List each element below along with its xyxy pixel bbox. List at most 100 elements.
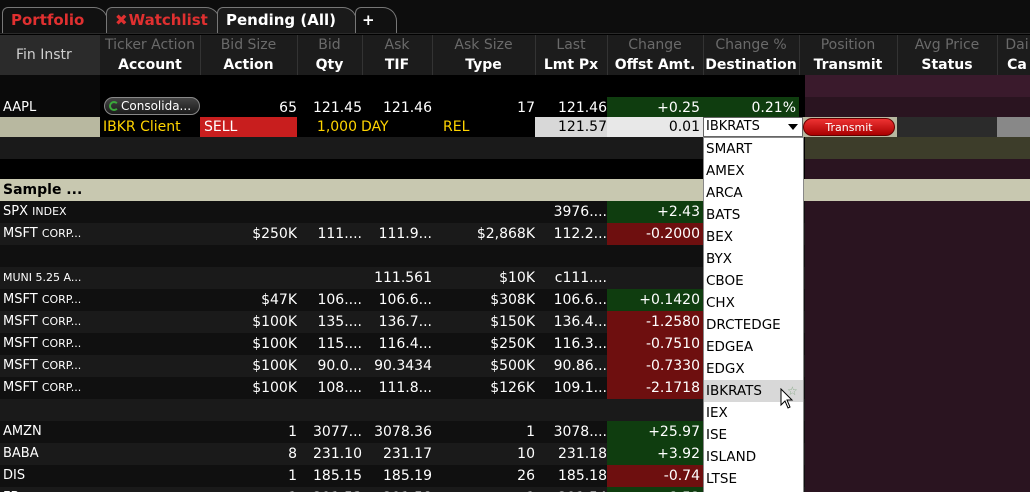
- bid-cell[interactable]: [297, 201, 362, 223]
- column-header-bottom[interactable]: Destination: [703, 55, 799, 75]
- dropdown-option[interactable]: BEX: [704, 226, 803, 248]
- lmt-px-cell[interactable]: 121.57: [535, 117, 607, 137]
- column-header-top[interactable]: Dai: [997, 35, 1030, 55]
- dropdown-option[interactable]: CHX: [704, 292, 803, 314]
- tab-watchlist[interactable]: ✖Watchlist: [106, 7, 220, 33]
- tab-portfolio[interactable]: Portfolio: [2, 7, 108, 33]
- column-header-bottom[interactable]: Ca: [997, 55, 1030, 75]
- dropdown-option[interactable]: CBOE: [704, 270, 803, 292]
- dropdown-option[interactable]: DRCTEDGE: [704, 314, 803, 336]
- ask-cell[interactable]: 185.19: [362, 465, 432, 487]
- bid-cell[interactable]: 185.15: [297, 465, 362, 487]
- ask-cell[interactable]: 90.3434: [362, 355, 432, 377]
- table-row[interactable]: MSFT CORP... $100K 135.... 136.7... $150K 136…: [0, 311, 805, 333]
- column-header-top[interactable]: Ask: [362, 35, 432, 55]
- table-row[interactable]: MSFT CORP... $100K 115.... 116.4... $250K 116…: [0, 333, 805, 355]
- column-header-top[interactable]: Change %: [703, 35, 799, 55]
- ask-cell[interactable]: 136.7...: [362, 311, 432, 333]
- tab-pending[interactable]: Pending (All): [217, 7, 357, 33]
- dropdown-option[interactable]: LTSE: [704, 468, 803, 490]
- column-header-top[interactable]: Position: [799, 35, 897, 55]
- ask-cell[interactable]: [362, 399, 432, 421]
- table-row[interactable]: DIS 1 185.15 185.19 26 185.18 -0.74: [0, 465, 805, 487]
- bid-cell[interactable]: 115....: [297, 333, 362, 355]
- symbol-cell[interactable]: [3, 399, 100, 421]
- table-row[interactable]: MSFT CORP... $100K 90.0... 90.3434 $500K 90.8…: [0, 355, 805, 377]
- consolidated-button[interactable]: Consolida...: [104, 97, 200, 115]
- close-icon[interactable]: ✖: [115, 11, 128, 29]
- bid-cell[interactable]: [297, 267, 362, 289]
- symbol-cell[interactable]: [3, 245, 100, 267]
- ask-cell[interactable]: 111.8...: [362, 377, 432, 399]
- ask-cell[interactable]: 121.46: [362, 97, 432, 119]
- ask-cell[interactable]: 116.4...: [362, 333, 432, 355]
- account-cell[interactable]: IBKR Client: [103, 117, 200, 137]
- column-header-bottom[interactable]: Type: [432, 55, 535, 75]
- table-row[interactable]: MSFT CORP... $100K 108.... 111.8... $126K 109…: [0, 377, 805, 399]
- dropdown-option[interactable]: ISLAND: [704, 446, 803, 468]
- column-header-top[interactable]: Last: [535, 35, 607, 55]
- bid-cell[interactable]: 291.53: [297, 487, 362, 492]
- ask-cell[interactable]: 3078.36: [362, 421, 432, 443]
- ask-cell[interactable]: [362, 201, 432, 223]
- column-header-top[interactable]: Bid Size: [200, 35, 297, 55]
- tif-cell[interactable]: DAY: [361, 117, 431, 137]
- table-row[interactable]: MSFT CORP... $47K 106.... 106.6... $308K 106.…: [0, 289, 805, 311]
- symbol-cell[interactable]: MSFT CORP...: [3, 223, 100, 245]
- column-header-top[interactable]: Avg Price: [897, 35, 997, 55]
- table-row[interactable]: FB1291.53291.581291.54+8.52: [0, 487, 805, 492]
- column-header-top[interactable]: Change: [607, 35, 703, 55]
- symbol-cell[interactable]: MSFT CORP...: [3, 377, 100, 399]
- dropdown-option[interactable]: SMART: [704, 138, 803, 160]
- ask-cell[interactable]: [362, 245, 432, 267]
- dropdown-option[interactable]: BATS: [704, 204, 803, 226]
- table-row[interactable]: MSFT CORP... $250K 111.... 111.9... $2,868K 1…: [0, 223, 805, 245]
- transmit-button[interactable]: Transmit: [803, 118, 895, 136]
- column-header-bottom[interactable]: Action: [200, 55, 297, 75]
- chevron-down-icon[interactable]: [788, 124, 798, 130]
- bid-cell[interactable]: 3077...: [297, 421, 362, 443]
- column-header-top[interactable]: Ticker Action: [100, 35, 200, 55]
- column-header-bottom[interactable]: Offst Amt.: [607, 55, 703, 75]
- column-header-bottom[interactable]: Account: [100, 55, 200, 75]
- column-header-bottom[interactable]: TIF: [362, 55, 432, 75]
- bid-cell[interactable]: 90.0...: [297, 355, 362, 377]
- ask-cell[interactable]: 111.561: [362, 267, 432, 289]
- column-header-bottom[interactable]: Status: [897, 55, 997, 75]
- table-row[interactable]: AMZN 1 3077... 3078.36 1 3078.... +25.97: [0, 421, 805, 443]
- symbol-cell[interactable]: MUNI 5.25 A...: [3, 267, 100, 289]
- symbol-cell[interactable]: MSFT CORP...: [3, 311, 100, 333]
- table-row[interactable]: [0, 245, 805, 267]
- add-tab-button[interactable]: +: [355, 7, 397, 33]
- destination-select[interactable]: IBKRATS: [703, 117, 803, 137]
- bid-cell[interactable]: 111....: [297, 223, 362, 245]
- column-header-top[interactable]: Bid: [297, 35, 362, 55]
- table-row[interactable]: [0, 399, 805, 421]
- column-header-bottom[interactable]: Lmt Px: [535, 55, 607, 75]
- column-header-bottom[interactable]: Qty: [297, 55, 362, 75]
- dropdown-option[interactable]: AMEX: [704, 160, 803, 182]
- qty-cell[interactable]: 1,000: [297, 117, 357, 137]
- table-row[interactable]: MUNI 5.25 A... 111.561 $10K c111....: [0, 267, 805, 289]
- bid-cell[interactable]: [297, 245, 362, 267]
- dropdown-option[interactable]: ISE: [704, 424, 803, 446]
- fin-instr-header[interactable]: Fin Instr: [0, 35, 100, 75]
- column-header-bottom[interactable]: Transmit: [799, 55, 897, 75]
- symbol-cell[interactable]: AAPL: [3, 97, 100, 119]
- dropdown-option[interactable]: ARCA: [704, 182, 803, 204]
- section-header[interactable]: Sample ...: [0, 179, 1030, 201]
- bid-cell[interactable]: [297, 399, 362, 421]
- type-cell[interactable]: REL: [443, 117, 523, 137]
- symbol-cell[interactable]: SPX INDEX: [3, 201, 100, 223]
- symbol-cell[interactable]: AMZN: [3, 421, 100, 443]
- symbol-cell[interactable]: MSFT CORP...: [3, 355, 100, 377]
- offset-cell[interactable]: 0.01: [607, 117, 703, 137]
- symbol-cell[interactable]: FB: [3, 487, 100, 492]
- ask-cell[interactable]: 106.6...: [362, 289, 432, 311]
- table-row[interactable]: BABA 8 231.10 231.17 10 231.18 +3.92: [0, 443, 805, 465]
- symbol-cell[interactable]: MSFT CORP...: [3, 289, 100, 311]
- bid-cell[interactable]: 121.45: [297, 97, 362, 119]
- bid-cell[interactable]: 108....: [297, 377, 362, 399]
- dropdown-option[interactable]: BYX: [704, 248, 803, 270]
- bid-cell[interactable]: 106....: [297, 289, 362, 311]
